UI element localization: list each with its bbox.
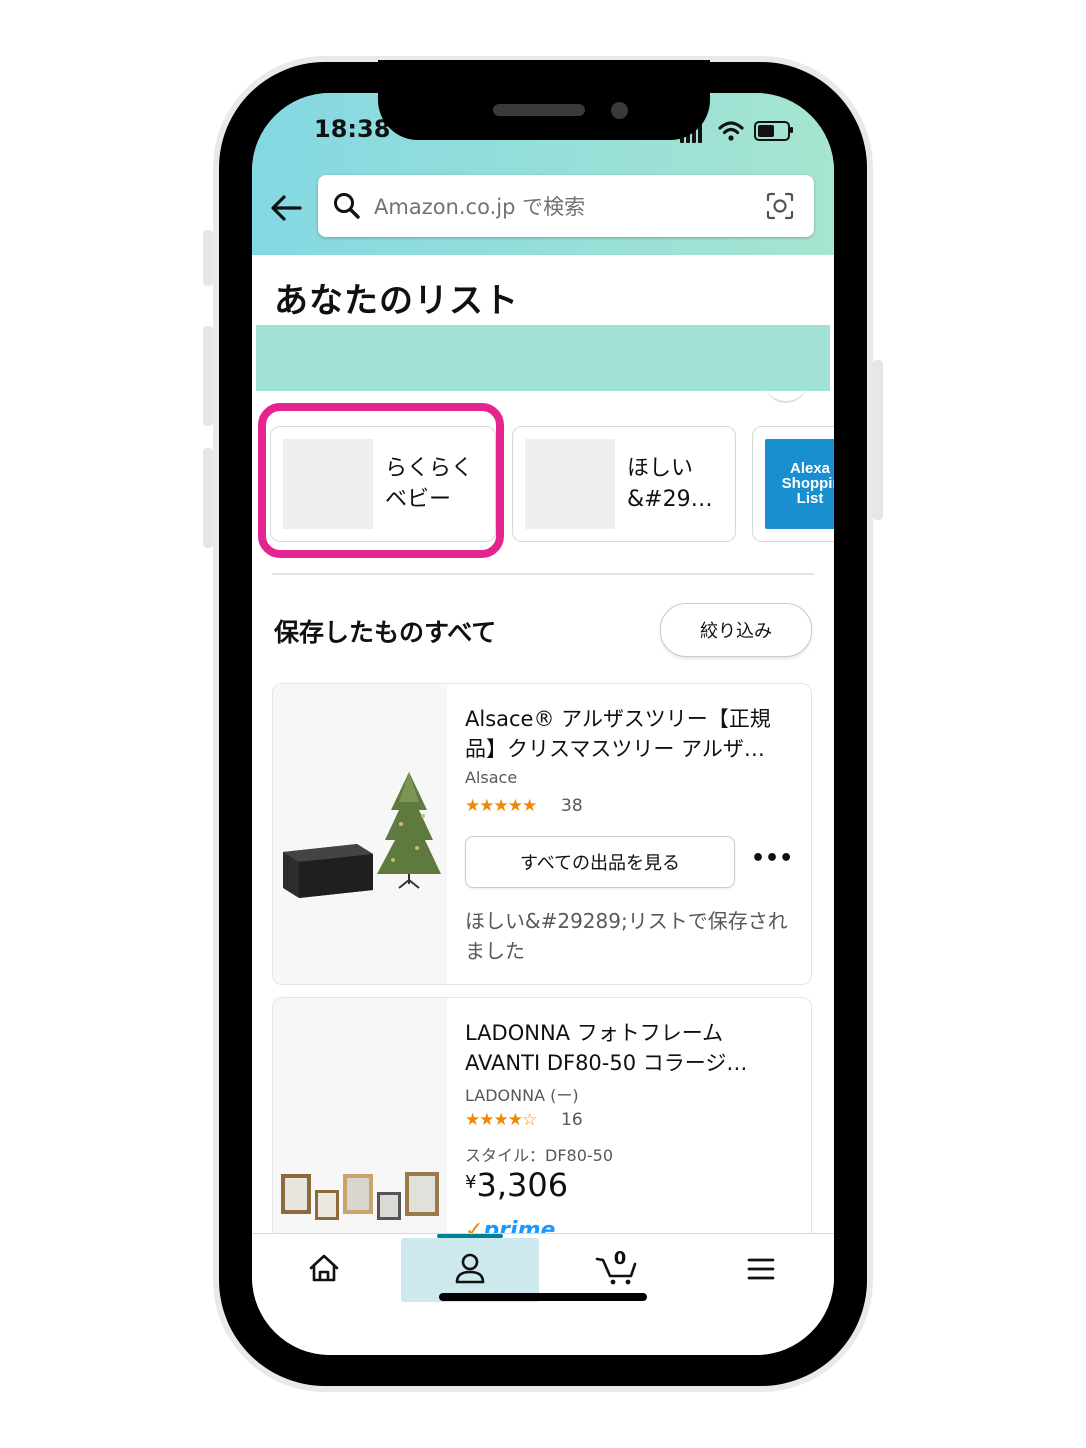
alexa-shopping-list-logo: Alexa Shoppir List (765, 439, 834, 529)
back-arrow-icon[interactable] (266, 188, 306, 228)
search-icon (334, 193, 360, 219)
nav-menu[interactable] (711, 1234, 811, 1300)
phone-screen: 18:38 Amazon.co.jp で検索 あなたのリスト らくらく ベビー … (252, 93, 834, 1355)
currency-symbol: ¥ (465, 1172, 477, 1193)
volume-down-button (203, 448, 213, 548)
wifi-icon (718, 121, 744, 141)
power-button (873, 360, 883, 520)
product-price: ¥3,306 (465, 1166, 568, 1204)
menu-icon (747, 1258, 775, 1280)
speaker-grille (493, 104, 585, 116)
phone-notch (378, 60, 710, 140)
more-options-button[interactable]: ••• (751, 846, 793, 876)
volume-up-button (203, 326, 213, 426)
filter-button[interactable]: 絞り込み (660, 603, 812, 657)
search-bar[interactable] (318, 175, 814, 237)
cart-count: 0 (613, 1248, 627, 1269)
rating-count[interactable]: 16 (561, 1110, 583, 1130)
redacted-area (256, 325, 830, 391)
product-title[interactable]: LADONNA フォトフレーム AVANTI DF80-50 コラージ… (465, 1018, 795, 1078)
saved-note: ほしい&#29289;リストで保存されました (465, 909, 788, 963)
price-value: 3,306 (476, 1166, 569, 1204)
divider (272, 573, 814, 575)
photo-frame-product-image (281, 1172, 439, 1220)
rating-stars[interactable]: ★★★★★ (465, 796, 537, 816)
list-card-alexa-shopping[interactable]: Alexa Shoppir List (752, 426, 834, 542)
list-label: ほしい &#29… (627, 456, 713, 512)
list-thumbnail (283, 439, 373, 529)
list-card-wishlist[interactable]: ほしい &#29… (512, 426, 736, 542)
camera-scan-icon[interactable] (764, 190, 796, 222)
section-title: 保存したものすべて (274, 618, 497, 647)
front-camera (611, 102, 628, 119)
product-brand: Alsace (465, 768, 518, 787)
battery-icon (754, 121, 790, 141)
silent-switch (203, 230, 213, 286)
rating-stars[interactable]: ★★★★☆ (465, 1110, 537, 1130)
product-image[interactable] (273, 684, 447, 984)
home-indicator[interactable] (439, 1293, 647, 1301)
nav-account[interactable] (420, 1234, 520, 1300)
product-title[interactable]: Alsace® アルザスツリー【正規品】クリスマスツリー アルザ… (465, 704, 795, 764)
product-card[interactable]: Alsace® アルザスツリー【正規品】クリスマスツリー アルザ… Alsace… (272, 683, 812, 985)
product-style: スタイル：DF80-50 (465, 1146, 614, 1165)
see-all-offers-button[interactable]: すべての出品を見る (465, 836, 735, 888)
rating-count[interactable]: 38 (561, 796, 583, 816)
search-input[interactable] (372, 187, 756, 227)
nav-home[interactable] (274, 1234, 374, 1300)
page-title: あなたのリスト (274, 281, 519, 321)
nav-cart[interactable]: 0 (565, 1234, 665, 1300)
home-icon (309, 1254, 339, 1282)
account-icon (455, 1253, 485, 1284)
christmas-tree-product-image (283, 772, 441, 898)
product-image[interactable] (273, 998, 447, 1258)
list-thumbnail (525, 439, 615, 529)
list-card-rakuraku-baby[interactable]: らくらく ベビー (270, 426, 496, 542)
list-label: らくらく ベビー (385, 456, 474, 512)
product-brand: LADONNA (ー) (465, 1086, 579, 1105)
product-card[interactable]: LADONNA フォトフレーム AVANTI DF80-50 コラージ… LAD… (272, 997, 812, 1259)
status-time: 18:38 (314, 115, 391, 143)
